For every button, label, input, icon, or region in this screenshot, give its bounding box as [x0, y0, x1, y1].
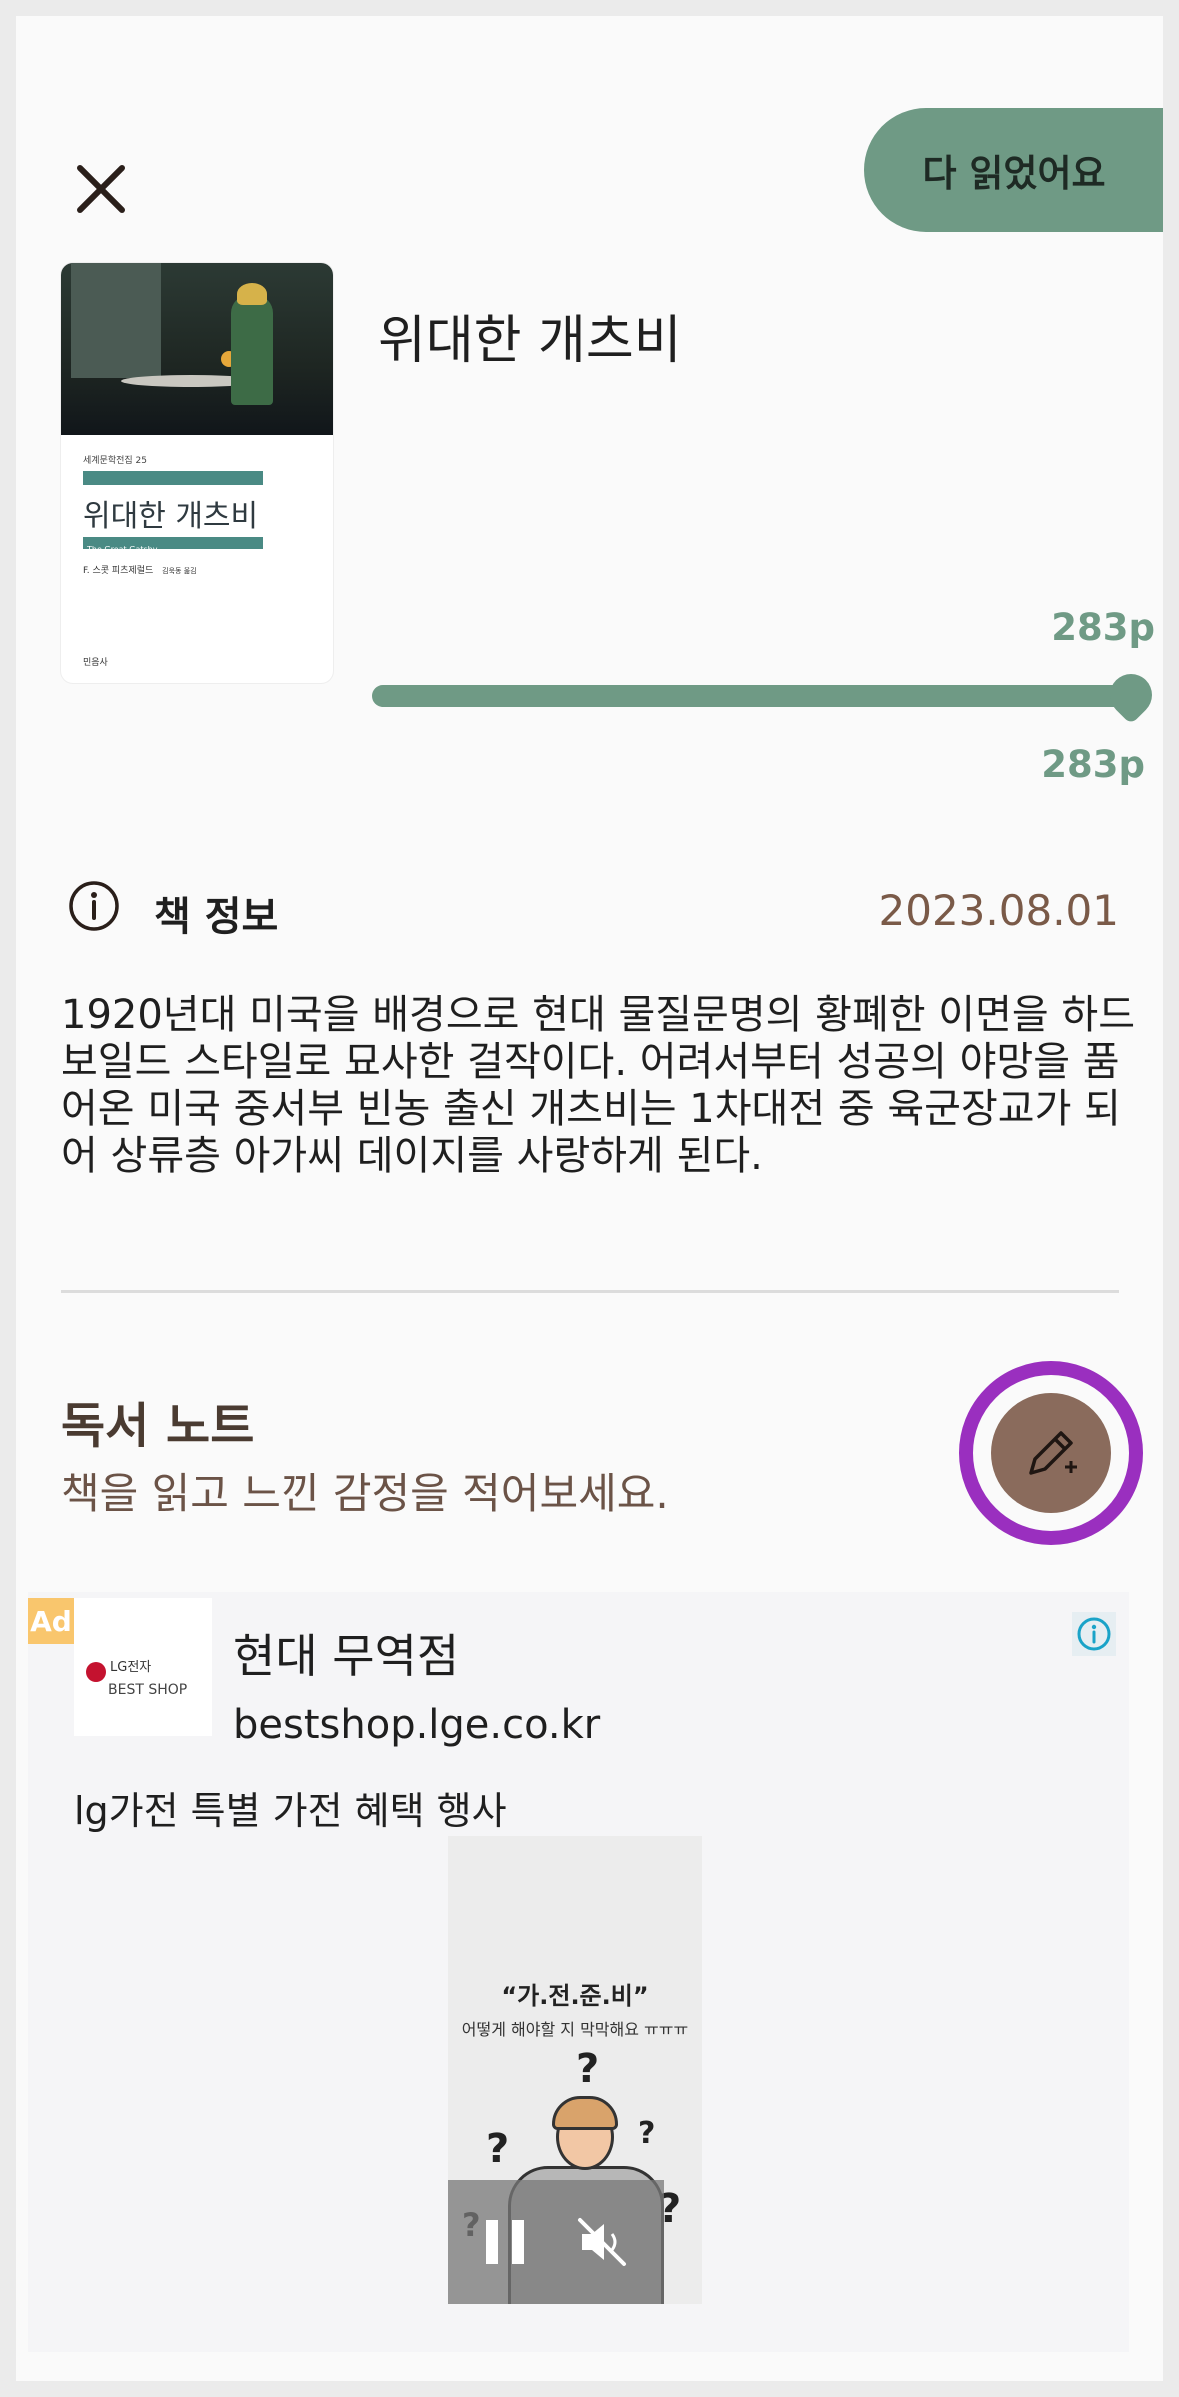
cover-translator: 김욱동 옮김 [162, 567, 197, 575]
finished-reading-button[interactable]: 다 읽었어요 [864, 108, 1163, 232]
cover-band-bottom: The Great Gatsby [83, 537, 263, 554]
cover-artwork [61, 263, 333, 435]
reading-notes-subtitle: 책을 읽고 느낀 감정을 적어보세요. [61, 1469, 669, 1518]
pause-button[interactable] [486, 2220, 526, 2264]
progress-thumb[interactable] [1101, 665, 1161, 725]
ad-image-title: “가.전.준.비” [501, 1982, 649, 2010]
current-page-label: 283p [1041, 743, 1145, 786]
lg-logo-icon [86, 1662, 106, 1682]
cover-subtitle: The Great Gatsby [87, 545, 158, 554]
advertiser-logo[interactable]: LG전자 BEST SHOP [74, 1598, 212, 1736]
cover-series: 세계문학전집 25 [83, 456, 147, 466]
pause-icon [486, 2220, 498, 2264]
cover-publisher: 민음사 [83, 658, 108, 668]
cover-art-figure [231, 295, 273, 405]
reading-progress-slider[interactable] [372, 685, 1133, 707]
book-title: 위대한 개츠비 [378, 311, 682, 371]
pencil-plus-icon [1029, 1431, 1077, 1475]
read-date: 2023.08.01 [878, 886, 1119, 935]
illustration-hair [552, 2096, 618, 2130]
cover-title: 위대한 개츠비 [83, 499, 259, 534]
info-icon [69, 881, 119, 931]
logo-brand: LG전자 [110, 1660, 152, 1675]
cover-band-top [83, 471, 263, 485]
question-mark: ? [638, 2116, 656, 2151]
close-button[interactable] [56, 144, 136, 224]
cover-art-window [71, 263, 161, 378]
pause-icon [512, 2220, 524, 2264]
close-icon [77, 165, 125, 213]
divider [61, 1290, 1119, 1293]
question-mark: ? [576, 2046, 600, 2092]
book-cover: 세계문학전집 25 위대한 개츠비 The Great Gatsby F. 스콧… [61, 263, 333, 683]
cover-author-name: F. 스콧 피츠제럴드 [83, 566, 154, 576]
ad-choices-icon[interactable] [1072, 1612, 1116, 1656]
add-note-fab[interactable] [991, 1393, 1111, 1513]
total-pages-label: 283p [1051, 606, 1155, 649]
video-controls [448, 2180, 664, 2304]
logo-shop: BEST SHOP [108, 1682, 188, 1698]
mute-icon[interactable] [574, 2214, 630, 2270]
ad-url[interactable]: bestshop.lge.co.kr [233, 1702, 600, 1748]
question-mark: ? [486, 2126, 510, 2172]
cover-author: F. 스콧 피츠제럴드 김욱동 옮김 [83, 563, 197, 576]
book-description: 1920년대 미국을 배경으로 현대 물질문명의 황폐한 이면을 하드보일드 스… [61, 992, 1136, 1179]
reading-notes-title: 독서 노트 [61, 1398, 255, 1454]
ad-body-text: lg가전 특별 가전 혜택 행사 [74, 1789, 507, 1833]
add-note-button[interactable] [959, 1361, 1143, 1545]
ad-image-subtitle: 어떻게 해야할 지 막막해요 ㅠㅠㅠ [461, 2020, 689, 2039]
book-info-label: 책 정보 [154, 894, 279, 940]
ad-badge: Ad [28, 1598, 74, 1644]
cover-art-hat [237, 283, 267, 305]
ad-title[interactable]: 현대 무역점 [233, 1620, 459, 1686]
